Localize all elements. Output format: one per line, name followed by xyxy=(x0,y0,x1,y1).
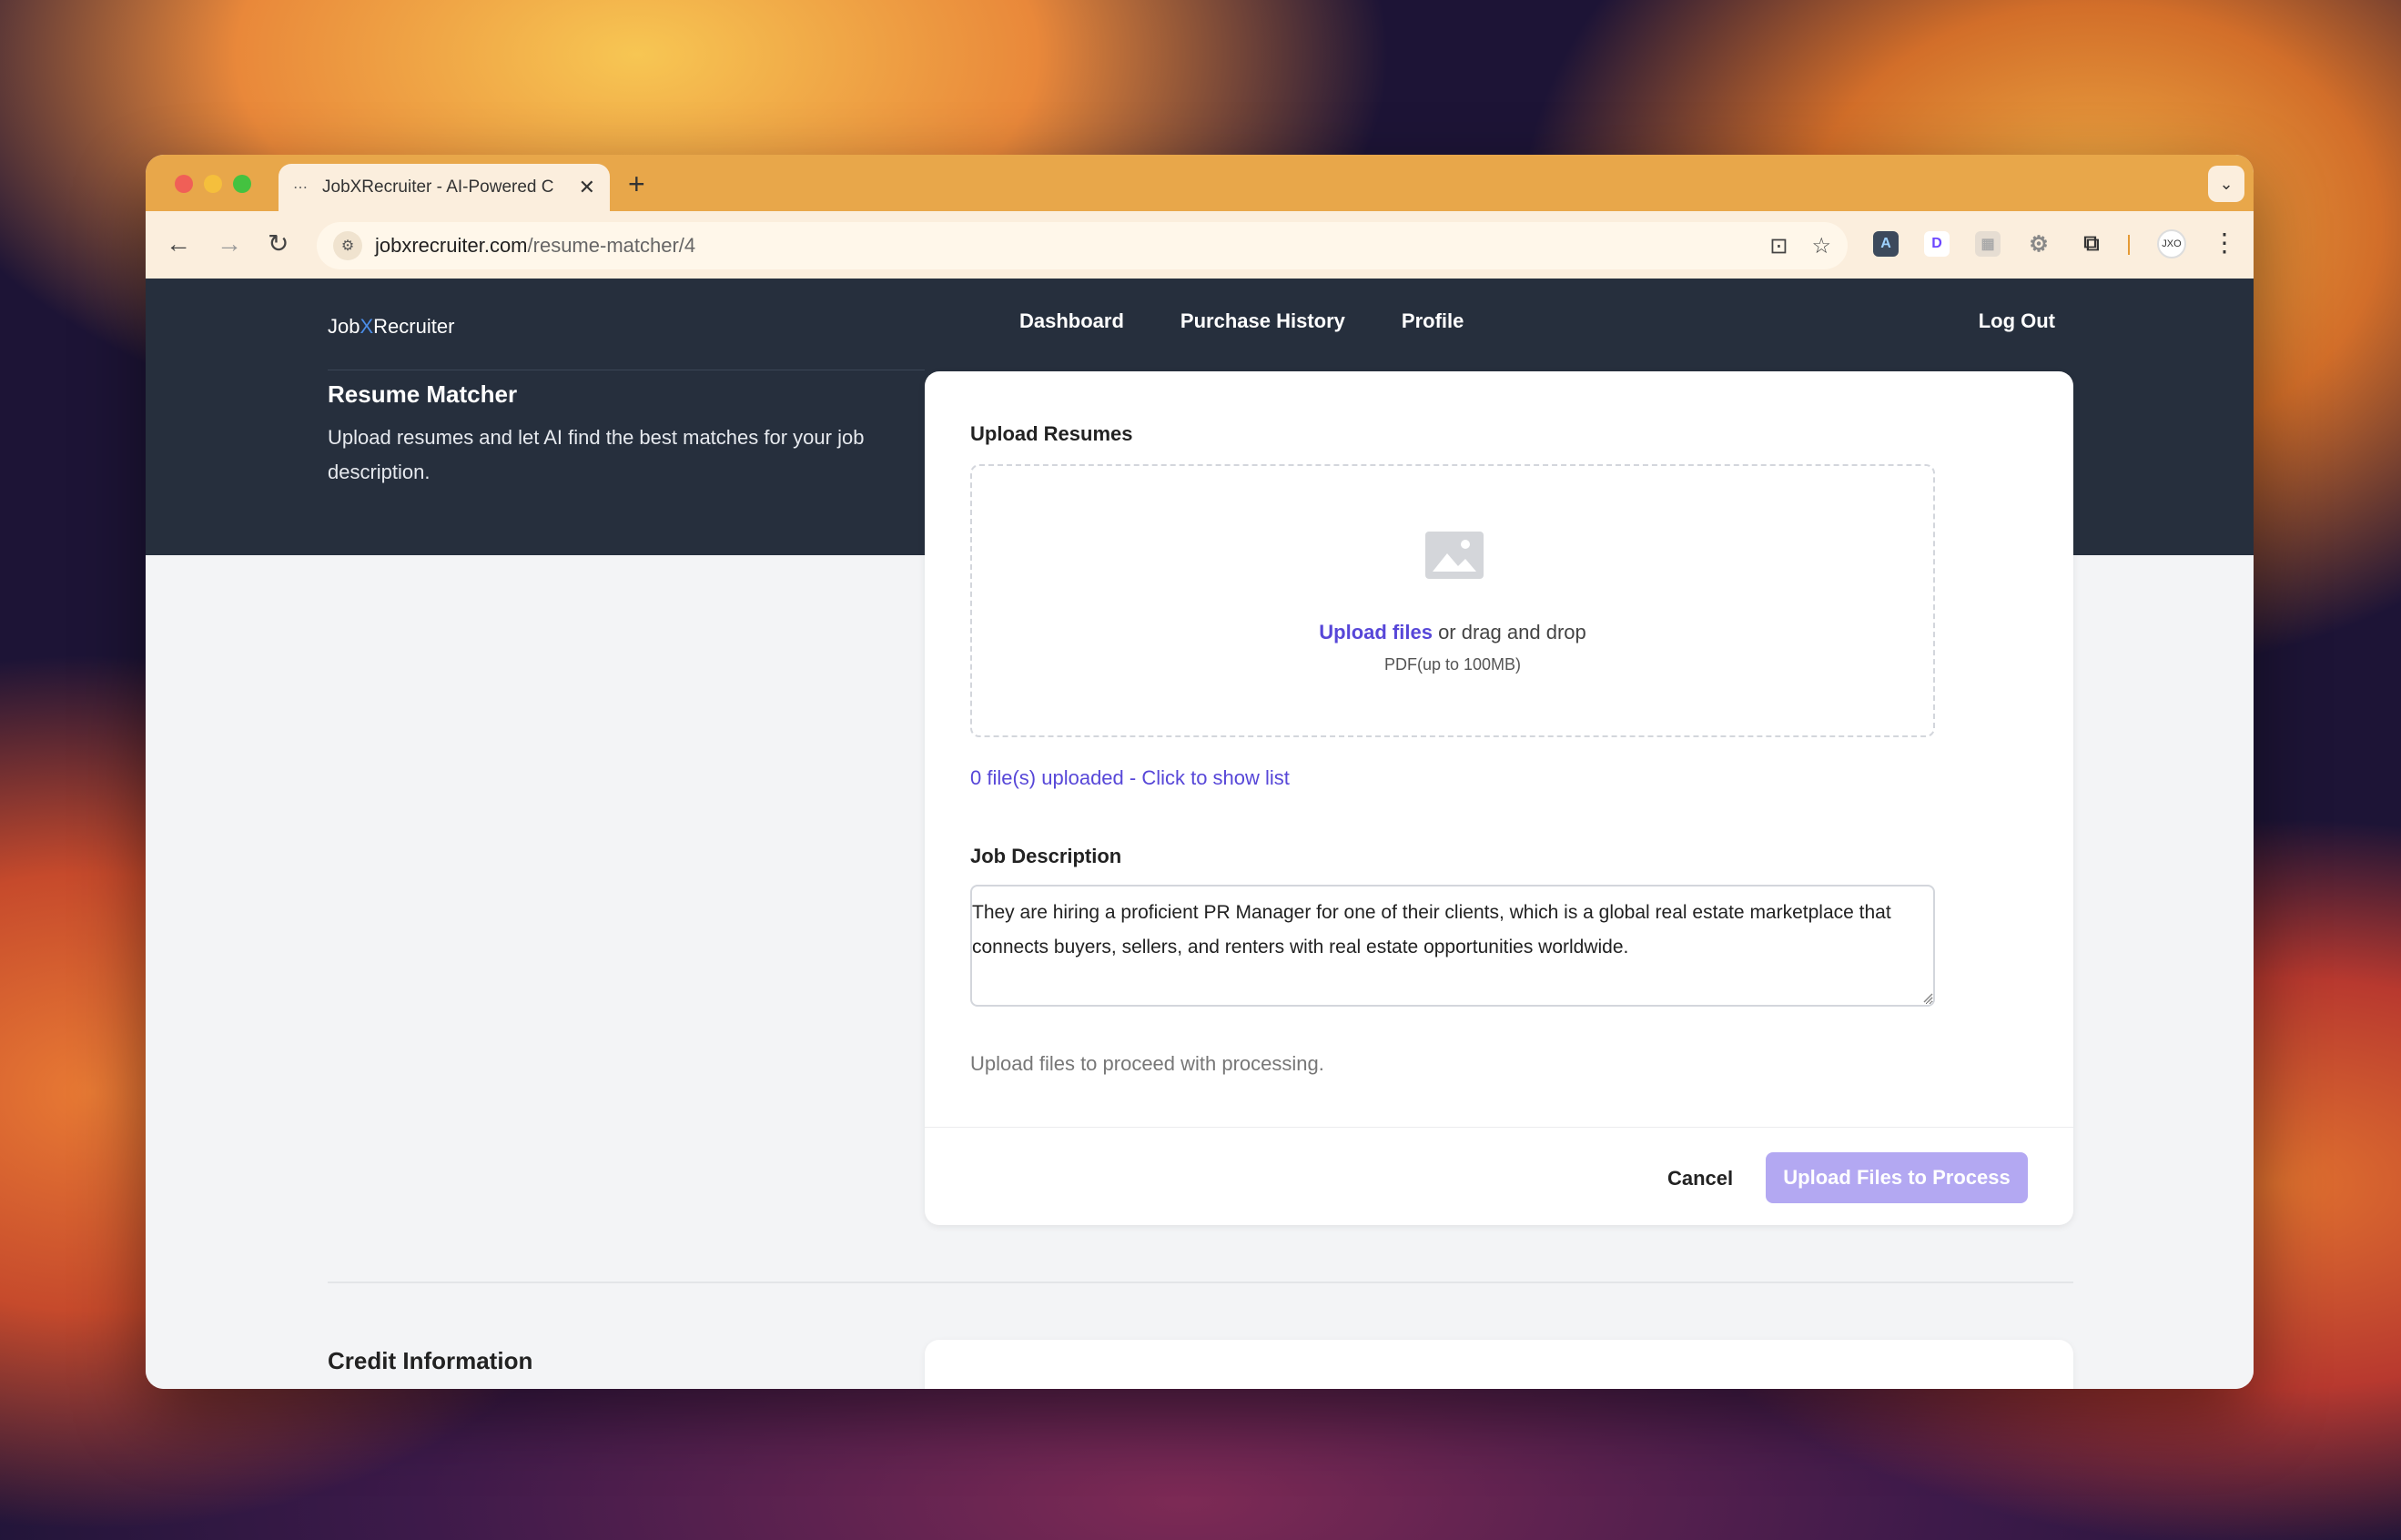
credit-info-title: Credit Information xyxy=(328,1347,533,1374)
brand-logo[interactable]: JobXRecruiter xyxy=(328,315,454,339)
upload-resumes-label: Upload Resumes xyxy=(970,422,1133,445)
upload-instructions: Upload files or drag and drop xyxy=(972,621,1933,644)
drag-drop-text: or drag and drop xyxy=(1432,621,1586,643)
section-description: Upload resumes and let AI find the best … xyxy=(328,426,865,483)
tab-bar: ⋯ JobXRecruiter - AI-Powered C ✕ + ⌄ xyxy=(146,155,2254,211)
section-title: Resume Matcher xyxy=(328,380,518,408)
browser-tab[interactable]: ⋯ JobXRecruiter - AI-Powered C ✕ xyxy=(279,164,610,211)
image-placeholder-icon xyxy=(1425,532,1484,579)
brand-prefix: Job xyxy=(328,315,360,338)
nav-purchase-history[interactable]: Purchase History xyxy=(1180,309,1345,333)
extensions-puzzle-icon[interactable]: ⧉ xyxy=(2079,231,2104,257)
forward-arrow-icon[interactable]: → xyxy=(217,229,242,258)
extension-a-icon[interactable]: A xyxy=(1873,231,1899,257)
job-description-textarea[interactable]: They are hiring a proficient PR Manager … xyxy=(970,885,1935,1007)
nav-dashboard[interactable]: Dashboard xyxy=(1019,309,1124,333)
tab-search-chevron-icon[interactable]: ⌄ xyxy=(2208,166,2244,202)
browser-window: ⋯ JobXRecruiter - AI-Powered C ✕ + ⌄ ← →… xyxy=(146,155,2254,1389)
address-bar[interactable]: ⚙ jobxrecruiter.com/resume-matcher/4 ⊡ ☆ xyxy=(317,222,1848,269)
extension-grid-icon[interactable]: ▦ xyxy=(1975,231,2001,257)
main-nav: Dashboard Purchase History Profile xyxy=(1019,309,1464,333)
brand-suffix: Recruiter xyxy=(373,315,455,338)
file-type-hint: PDF(up to 100MB) xyxy=(1383,655,1522,674)
job-description-label: Job Description xyxy=(970,845,1122,867)
resume-matcher-form: Upload Resumes Upload files or drag and … xyxy=(925,371,2073,1225)
tab-title: JobXRecruiter - AI-Powered C xyxy=(322,177,554,197)
resize-handle-icon[interactable] xyxy=(1922,992,1933,1003)
processing-status-note: Upload files to proceed with processing. xyxy=(970,1052,1324,1075)
brand-x: X xyxy=(360,315,374,338)
bookmark-star-icon[interactable]: ☆ xyxy=(1811,233,1831,259)
uploaded-files-toggle[interactable]: 0 file(s) uploaded - Click to show list xyxy=(970,766,1290,790)
toolbar-divider xyxy=(2128,235,2130,255)
nav-profile[interactable]: Profile xyxy=(1402,309,1464,333)
credit-info-card xyxy=(925,1340,2073,1389)
google-lens-icon[interactable]: ⊡ xyxy=(1769,233,1788,259)
profile-avatar[interactable]: JXO xyxy=(2157,229,2186,258)
section-divider xyxy=(328,1282,2073,1283)
upload-files-to-process-button[interactable]: Upload Files to Process xyxy=(1766,1152,2028,1203)
site-favicon-icon: ⋯ xyxy=(293,180,308,196)
back-arrow-icon[interactable]: ← xyxy=(166,229,191,258)
upload-files-link[interactable]: Upload files xyxy=(1319,621,1433,643)
url-host: jobxrecruiter.com xyxy=(375,234,528,257)
tab-close-icon[interactable]: ✕ xyxy=(579,176,595,199)
minimize-window-button[interactable] xyxy=(204,175,222,193)
form-footer-divider xyxy=(925,1127,2073,1128)
cancel-button[interactable]: Cancel xyxy=(1667,1167,1733,1190)
browser-menu-icon[interactable]: ⋮ xyxy=(2212,228,2237,258)
close-window-button[interactable] xyxy=(175,175,193,193)
site-settings-icon[interactable]: ⚙ xyxy=(333,231,362,260)
extension-d-icon[interactable]: D xyxy=(1924,231,1950,257)
file-dropzone[interactable]: Upload files or drag and drop PDF(up to … xyxy=(970,464,1935,737)
maximize-window-button[interactable] xyxy=(233,175,251,193)
page-content: JobXRecruiter Dashboard Purchase History… xyxy=(146,279,2254,1389)
extension-gear-icon[interactable]: ⚙ xyxy=(2026,231,2051,257)
url-text[interactable]: jobxrecruiter.com/resume-matcher/4 xyxy=(375,234,1746,258)
browser-toolbar: ← → ↻ ⚙ jobxrecruiter.com/resume-matcher… xyxy=(146,211,2254,279)
url-path: /resume-matcher/4 xyxy=(527,234,696,257)
logout-button[interactable]: Log Out xyxy=(1979,309,2055,333)
reload-icon[interactable]: ↻ xyxy=(268,229,289,258)
new-tab-button[interactable]: + xyxy=(628,167,645,201)
